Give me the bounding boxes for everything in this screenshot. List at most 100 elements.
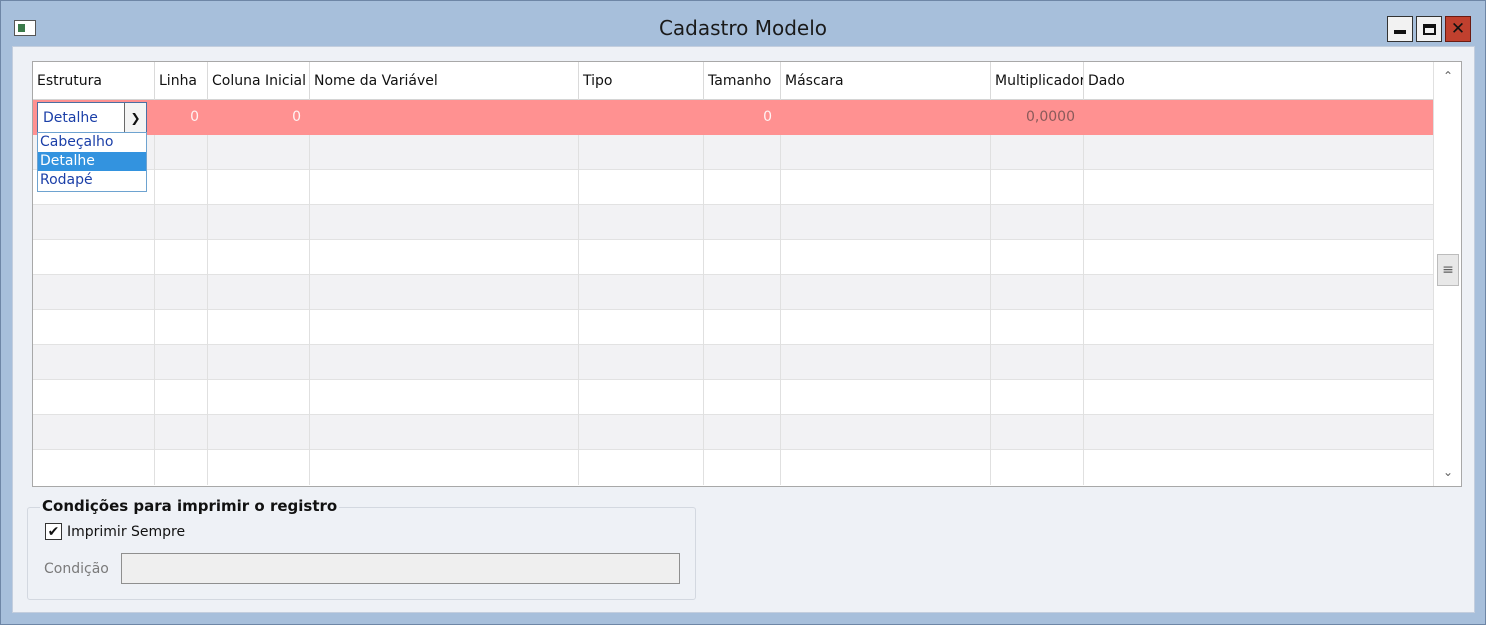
table-row[interactable] — [33, 310, 1433, 345]
table-row[interactable] — [33, 450, 1433, 485]
table-row[interactable] — [33, 345, 1433, 380]
cell — [208, 450, 310, 485]
grid-header: Estrutura Linha Coluna Inicial Nome da V… — [33, 62, 1433, 100]
close-button[interactable]: ✕ — [1445, 16, 1471, 42]
column-header-multiplicador[interactable]: Multiplicador — [991, 62, 1084, 100]
cell — [579, 275, 704, 310]
cell — [310, 310, 579, 345]
cell — [579, 310, 704, 345]
records-grid[interactable]: Estrutura Linha Coluna Inicial Nome da V… — [32, 61, 1462, 487]
cell — [704, 240, 781, 275]
cell — [310, 275, 579, 310]
cell — [208, 415, 310, 450]
cell — [781, 135, 991, 170]
table-row[interactable] — [33, 415, 1433, 450]
cell — [310, 380, 579, 415]
cell — [310, 240, 579, 275]
cell-dado[interactable] — [1084, 100, 1433, 135]
table-row[interactable] — [33, 135, 1433, 170]
cell — [310, 205, 579, 240]
cell-tipo[interactable] — [579, 100, 704, 135]
column-header-tipo[interactable]: Tipo — [579, 62, 704, 100]
table-row-selected[interactable]: Detalhe ❯ 0 0 0 0,0000 — [33, 100, 1433, 135]
cell — [208, 240, 310, 275]
checkmark-icon[interactable]: ✔ — [45, 523, 62, 540]
print-always-label[interactable]: Imprimir Sempre — [67, 524, 185, 540]
column-header-nome-variavel[interactable]: Nome da Variável — [310, 62, 579, 100]
window-title: Cadastro Modelo — [658, 16, 828, 40]
column-header-estrutura[interactable]: Estrutura — [33, 62, 155, 100]
cell — [155, 275, 208, 310]
scroll-thumb[interactable]: ≡ — [1437, 254, 1459, 286]
cell — [704, 310, 781, 345]
vertical-scrollbar[interactable]: ⌃ ≡ ⌄ — [1433, 62, 1461, 486]
cell — [579, 380, 704, 415]
cell — [33, 450, 155, 485]
cell — [155, 450, 208, 485]
cell — [155, 310, 208, 345]
cell — [991, 380, 1084, 415]
cell — [310, 450, 579, 485]
main-window: Cadastro Modelo ✕ Estrutura Linha Coluna… — [0, 0, 1486, 625]
cell — [781, 275, 991, 310]
table-row[interactable] — [33, 275, 1433, 310]
cell — [991, 135, 1084, 170]
cell — [704, 345, 781, 380]
cell — [781, 345, 991, 380]
cell — [704, 275, 781, 310]
cell — [579, 205, 704, 240]
cell — [991, 415, 1084, 450]
column-header-tamanho[interactable]: Tamanho — [704, 62, 781, 100]
cell-mascara[interactable] — [781, 100, 991, 135]
cell — [310, 345, 579, 380]
group-title: Condições para imprimir o registro — [40, 497, 340, 515]
client-area: Estrutura Linha Coluna Inicial Nome da V… — [12, 46, 1475, 613]
cell — [991, 450, 1084, 485]
table-row[interactable] — [33, 170, 1433, 205]
column-header-coluna-inicial[interactable]: Coluna Inicial — [208, 62, 310, 100]
dropdown-option-cabecalho[interactable]: Cabeçalho — [38, 133, 146, 152]
estrutura-combobox[interactable]: Detalhe ❯ — [37, 102, 147, 133]
print-conditions-group: Condições para imprimir o registro ✔ Imp… — [27, 497, 696, 600]
dropdown-option-detalhe[interactable]: Detalhe — [38, 152, 146, 171]
cell — [579, 135, 704, 170]
cell — [704, 415, 781, 450]
condition-input[interactable] — [121, 553, 680, 584]
cell — [579, 450, 704, 485]
estrutura-dropdown-list: Cabeçalho Detalhe Rodapé — [37, 132, 147, 192]
cell — [208, 310, 310, 345]
cell-estrutura[interactable]: Detalhe ❯ — [33, 100, 155, 135]
cell — [991, 240, 1084, 275]
minimize-button[interactable] — [1387, 16, 1413, 42]
scroll-down-icon[interactable]: ⌄ — [1437, 462, 1459, 482]
cell — [704, 135, 781, 170]
maximize-button[interactable] — [1416, 16, 1442, 42]
close-icon: ✕ — [1450, 18, 1466, 39]
cell — [704, 380, 781, 415]
cell — [579, 415, 704, 450]
column-header-linha[interactable]: Linha — [155, 62, 208, 100]
cell — [704, 170, 781, 205]
table-row[interactable] — [33, 205, 1433, 240]
cell — [155, 380, 208, 415]
cell-tamanho[interactable]: 0 — [704, 100, 781, 135]
cell — [208, 205, 310, 240]
scroll-up-icon[interactable]: ⌃ — [1437, 66, 1459, 86]
cell — [310, 170, 579, 205]
cell-coluna-inicial[interactable]: 0 — [208, 100, 310, 135]
dropdown-option-rodape[interactable]: Rodapé — [38, 171, 146, 190]
cell-multiplicador[interactable]: 0,0000 — [991, 100, 1084, 135]
table-row[interactable] — [33, 240, 1433, 275]
estrutura-combobox-value: Detalhe — [43, 110, 98, 126]
minimize-icon — [1394, 30, 1406, 34]
cell — [781, 380, 991, 415]
table-row[interactable] — [33, 380, 1433, 415]
column-header-mascara[interactable]: Máscara — [781, 62, 991, 100]
print-always-checkbox[interactable]: ✔ Imprimir Sempre — [45, 523, 185, 540]
cell — [208, 345, 310, 380]
cell — [781, 205, 991, 240]
cell-nome-variavel[interactable] — [310, 100, 579, 135]
chevron-down-icon[interactable]: ❯ — [124, 103, 146, 132]
column-header-dado[interactable]: Dado — [1084, 62, 1433, 100]
cell-linha[interactable]: 0 — [155, 100, 208, 135]
